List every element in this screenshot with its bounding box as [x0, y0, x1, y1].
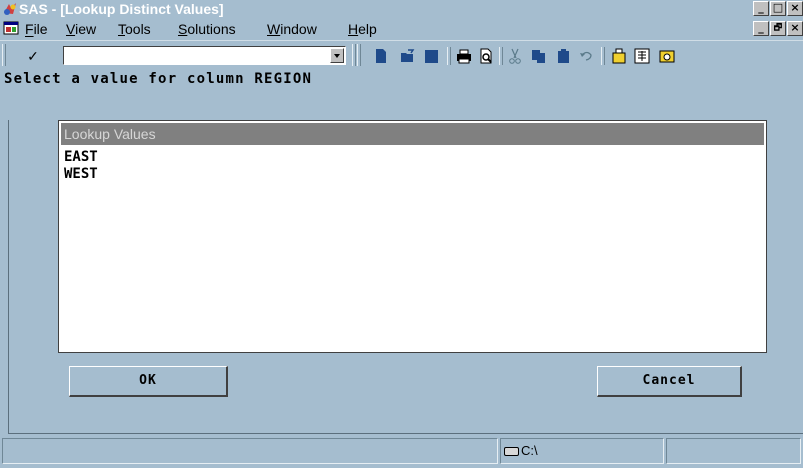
toolbar-grip-2[interactable] [352, 44, 356, 66]
cut-icon[interactable] [506, 47, 524, 65]
paste-icon[interactable] [555, 47, 573, 65]
list-header: Lookup Values [61, 123, 764, 145]
status-bar: C:\ [0, 435, 803, 468]
undo-icon[interactable] [577, 47, 595, 65]
toolbar-separator-1 [447, 47, 451, 65]
list-item-west[interactable]: WEST [64, 166, 98, 183]
frame-bottom-edge [8, 433, 803, 434]
new-icon[interactable] [372, 47, 390, 65]
command-box[interactable] [63, 46, 346, 65]
menu-view-label: View [66, 21, 97, 37]
library-icon[interactable] [633, 47, 651, 65]
doc-minimize-button[interactable]: _ [753, 21, 769, 36]
window-controls: _ □ × [752, 1, 803, 17]
menu-file[interactable]: File [25, 20, 48, 38]
close-button[interactable]: × [787, 1, 803, 16]
document-menu-icon[interactable] [3, 21, 20, 36]
explorer-icon[interactable] [610, 47, 628, 65]
drive-icon [504, 447, 519, 457]
sas-window: SAS - [Lookup Distinct Values] _ □ × Fil… [0, 0, 803, 468]
menu-window[interactable]: Window [267, 20, 317, 38]
prompt-text: Select a value for column REGION [4, 71, 313, 87]
doc-restore-button[interactable]: 🗗 [770, 21, 786, 36]
toolbar-grip[interactable] [2, 44, 6, 66]
current-path: C:\ [521, 443, 538, 458]
menu-bar: File View Tools Solutions Window Help _ … [0, 19, 803, 40]
list-item-east[interactable]: EAST [64, 149, 98, 166]
toolbar-separator-3 [601, 47, 605, 65]
menu-tools[interactable]: Tools [118, 20, 151, 38]
status-path-panel[interactable]: C:\ [500, 438, 664, 464]
cancel-button[interactable]: Cancel [597, 366, 742, 397]
menu-solutions-label: Solutions [178, 21, 236, 37]
doc-close-button[interactable]: × [787, 21, 803, 36]
command-box-dropdown-button[interactable] [330, 48, 344, 63]
ok-button[interactable]: OK [69, 366, 228, 397]
toolbar: ✓ [0, 40, 803, 71]
copy-icon[interactable] [530, 47, 548, 65]
print-preview-icon[interactable] [477, 47, 495, 65]
toolbar-separator-2 [499, 47, 503, 65]
menu-view[interactable]: View [66, 20, 96, 38]
query-icon[interactable] [658, 47, 676, 65]
menu-help[interactable]: Help [348, 20, 377, 38]
lookup-values-list[interactable]: Lookup Values EAST WEST [58, 120, 767, 353]
maximize-button[interactable]: □ [770, 1, 786, 16]
sas-app-icon[interactable] [2, 1, 18, 17]
menu-help-label: Help [348, 21, 377, 37]
status-extra-panel [666, 438, 801, 464]
menu-solutions[interactable]: Solutions [178, 20, 236, 38]
title-bar[interactable]: SAS - [Lookup Distinct Values] _ □ × [0, 0, 803, 19]
toolbar-grip-3[interactable] [357, 44, 361, 66]
minimize-button[interactable]: _ [753, 1, 769, 16]
menu-window-label: Window [267, 21, 317, 37]
document-window-controls: _ 🗗 × [752, 21, 803, 36]
print-icon[interactable] [455, 47, 473, 65]
submit-command-button[interactable]: ✓ [8, 45, 58, 67]
menu-tools-label: Tools [118, 21, 151, 37]
window-title: SAS - [Lookup Distinct Values] [19, 1, 224, 17]
status-message-panel [2, 438, 498, 464]
menu-file-label: File [25, 21, 48, 37]
frame-left-edge [8, 120, 9, 434]
open-icon[interactable] [399, 47, 417, 65]
save-icon[interactable] [423, 47, 441, 65]
